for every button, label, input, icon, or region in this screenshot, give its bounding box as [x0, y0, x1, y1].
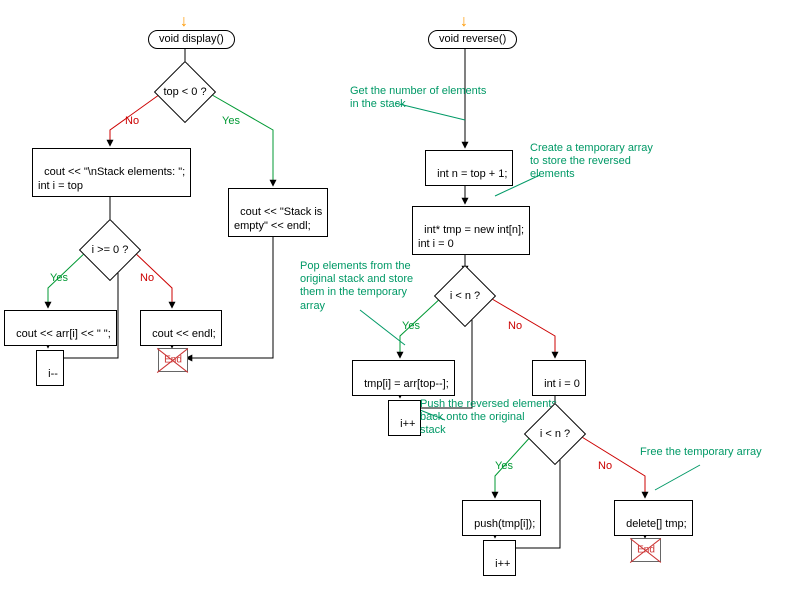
func-display: void display() [148, 30, 235, 49]
box-reverse-tmp: int* tmp = new int[n]; int i = 0 [412, 206, 530, 255]
box-display-endl: cout << endl; [140, 310, 222, 346]
decision-reverse-1: i < n ? [443, 274, 487, 318]
box-reverse-pop-text: tmp[i] = arr[top--]; [364, 378, 449, 390]
terminator-reverse-end-label: End [637, 545, 655, 556]
box-reverse-del-text: delete[] tmp; [626, 518, 687, 530]
edge-no-4: No [598, 460, 612, 472]
decision-reverse-2-label: i < n ? [540, 428, 570, 440]
box-display-endl-text: cout << endl; [152, 328, 216, 340]
func-reverse-label: void reverse() [439, 33, 506, 45]
box-display-header: cout << "\nStack elements: "; int i = to… [32, 148, 191, 197]
terminator-reverse-end: End [631, 538, 661, 562]
box-display-empty-text: cout << "Stack is empty" << endl; [234, 206, 322, 232]
box-reverse-n: int n = top + 1; [425, 150, 513, 186]
box-reverse-del: delete[] tmp; [614, 500, 693, 536]
decision-display-top: top < 0 ? [163, 70, 207, 114]
edge-yes-1: Yes [222, 115, 240, 127]
edge-no-2: No [140, 272, 154, 284]
box-reverse-inc2-text: i++ [495, 558, 510, 570]
box-reverse-reset-text: int i = 0 [544, 378, 580, 390]
func-reverse: void reverse() [428, 30, 517, 49]
box-display-print: cout << arr[i] << " "; [4, 310, 117, 346]
box-reverse-inc1: i++ [388, 400, 421, 436]
decision-reverse-2: i < n ? [533, 412, 577, 456]
annotation-pop: Pop elements from the original stack and… [300, 260, 413, 313]
box-display-dec: i-- [36, 350, 64, 386]
edge-yes-2: Yes [50, 272, 68, 284]
terminator-display-end-label: End [164, 355, 182, 366]
edge-no-1: No [125, 115, 139, 127]
annotation-free: Free the temporary array [640, 446, 762, 459]
decision-display-top-label: top < 0 ? [163, 86, 206, 98]
terminator-display-end: End [158, 348, 188, 372]
box-reverse-reset: int i = 0 [532, 360, 586, 396]
edge-yes-4: Yes [495, 460, 513, 472]
edge-no-3: No [508, 320, 522, 332]
box-reverse-pop: tmp[i] = arr[top--]; [352, 360, 455, 396]
box-display-empty: cout << "Stack is empty" << endl; [228, 188, 328, 237]
box-reverse-tmp-text: int* tmp = new int[n]; int i = 0 [418, 224, 524, 250]
box-reverse-inc2: i++ [483, 540, 516, 576]
func-display-label: void display() [159, 33, 224, 45]
box-reverse-inc1-text: i++ [400, 418, 415, 430]
annotation-get: Get the number of elements in the stack [350, 85, 486, 111]
edge-yes-3: Yes [402, 320, 420, 332]
annotation-tmp: Create a temporary array to store the re… [530, 142, 653, 182]
decision-display-i: i >= 0 ? [88, 228, 132, 272]
box-display-header-text: cout << "\nStack elements: "; int i = to… [38, 166, 185, 192]
decision-reverse-1-label: i < n ? [450, 290, 480, 302]
box-display-print-text: cout << arr[i] << " "; [16, 328, 111, 340]
box-reverse-n-text: int n = top + 1; [437, 168, 507, 180]
box-display-dec-text: i-- [48, 368, 58, 380]
box-reverse-push: push(tmp[i]); [462, 500, 541, 536]
box-reverse-push-text: push(tmp[i]); [474, 518, 535, 530]
decision-display-i-label: i >= 0 ? [92, 244, 129, 256]
